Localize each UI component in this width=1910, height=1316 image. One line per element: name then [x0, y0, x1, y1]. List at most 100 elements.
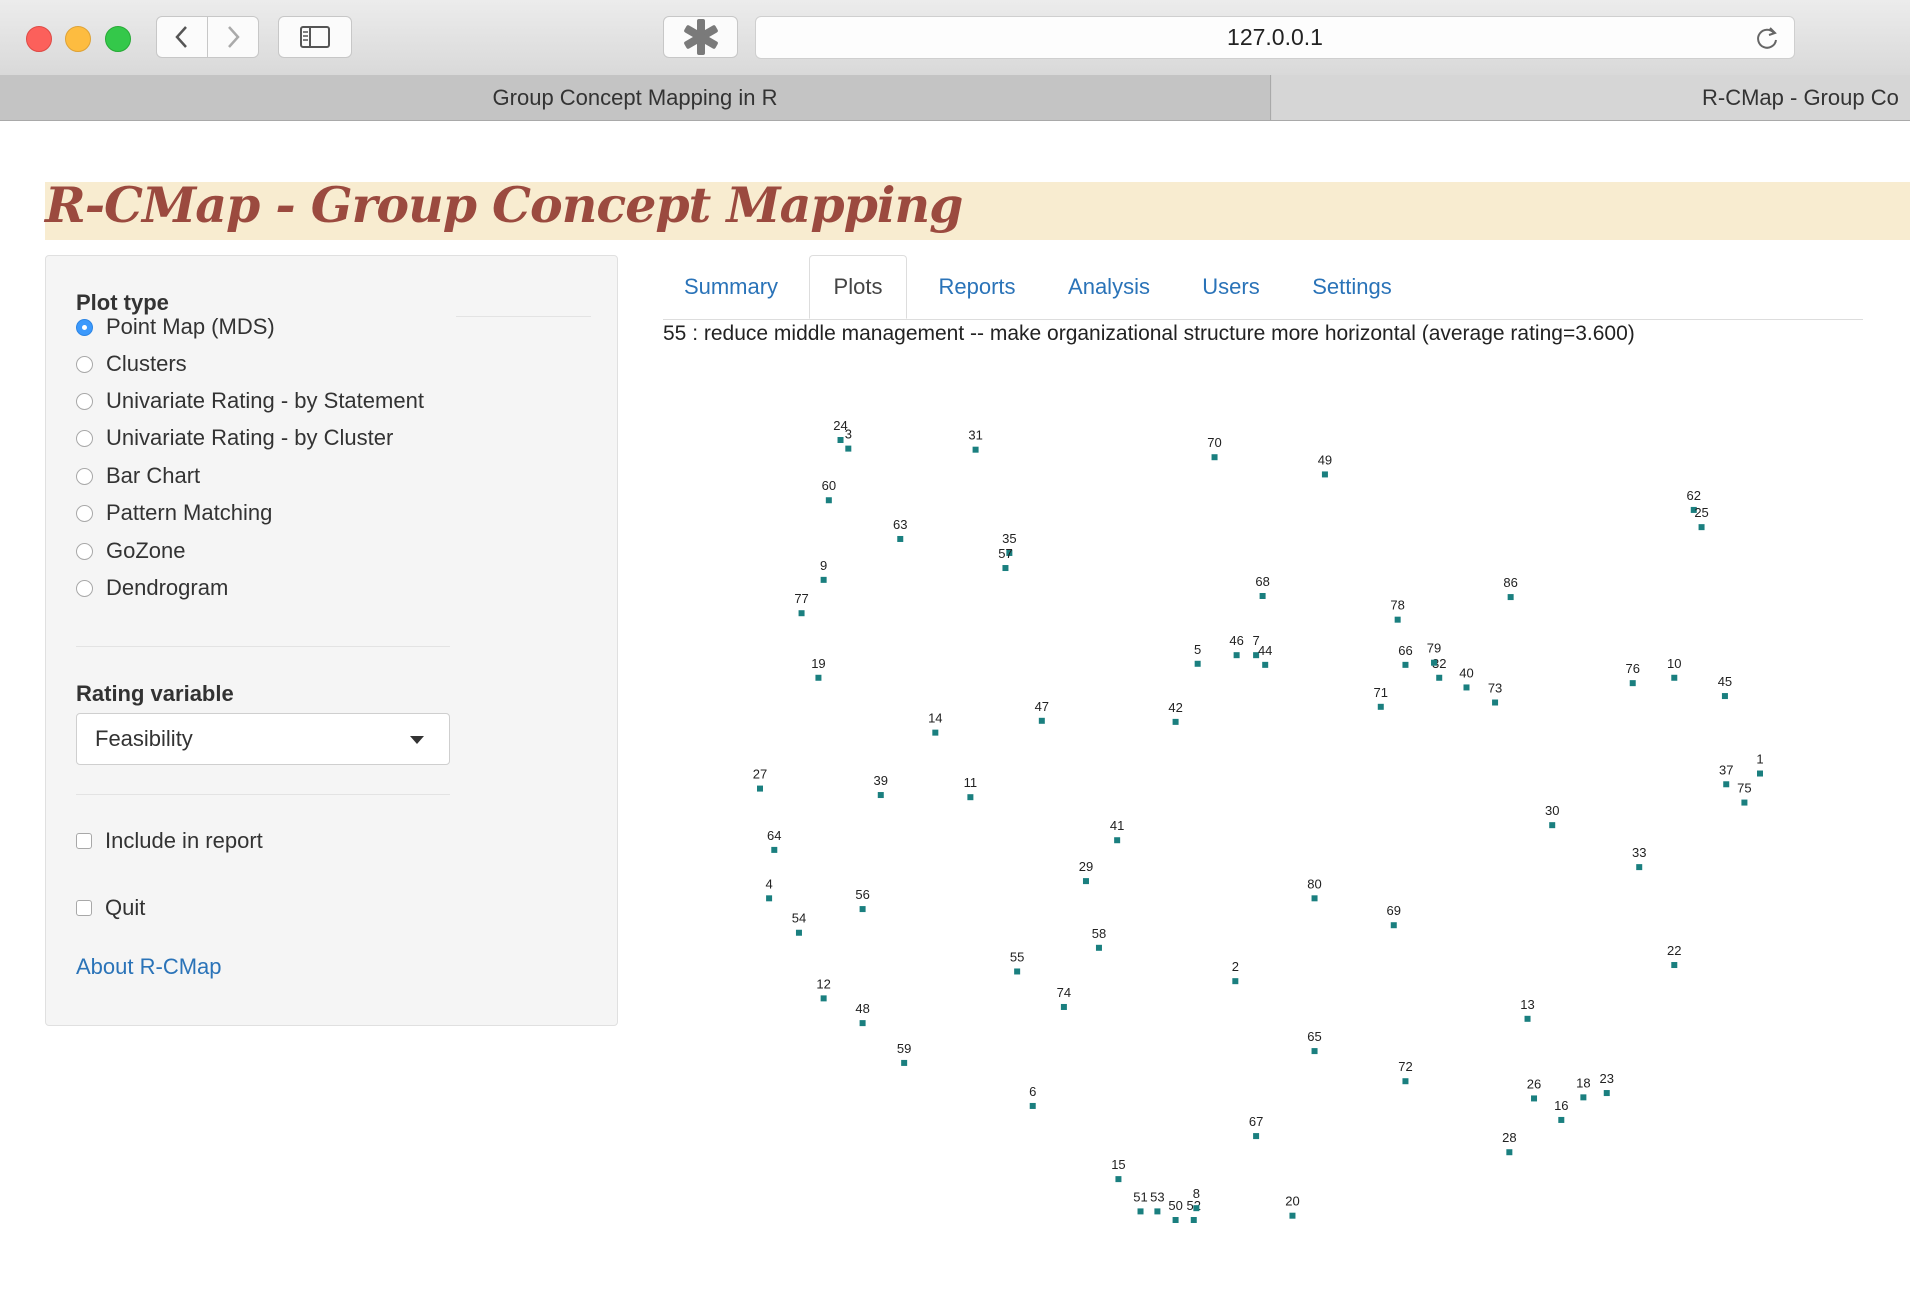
point-39[interactable]: [877, 792, 884, 799]
point-37[interactable]: [1723, 781, 1730, 788]
tab-analysis[interactable]: Analysis: [1047, 255, 1171, 319]
point-79[interactable]: [1431, 659, 1438, 666]
checkbox[interactable]: [76, 900, 92, 916]
point-65[interactable]: [1311, 1048, 1318, 1055]
point-77[interactable]: [798, 610, 805, 617]
point-51[interactable]: [1137, 1208, 1144, 1215]
radio-univariate-statement[interactable]: Univariate Rating - by Statement: [76, 386, 424, 416]
browser-tab-group-concept-mapping[interactable]: Group Concept Mapping in R: [0, 75, 1271, 120]
checkbox[interactable]: [76, 833, 92, 849]
radio-button[interactable]: [76, 392, 93, 410]
point-27[interactable]: [757, 785, 763, 792]
point-44[interactable]: [1262, 661, 1269, 668]
point-6[interactable]: [1029, 1102, 1036, 1109]
point-54[interactable]: [795, 929, 802, 936]
point-23[interactable]: [1603, 1090, 1610, 1097]
radio-univariate-cluster[interactable]: Univariate Rating - by Cluster: [76, 423, 393, 453]
point-76[interactable]: [1629, 680, 1636, 687]
point-80[interactable]: [1311, 895, 1318, 902]
point-19[interactable]: [815, 674, 822, 681]
point-70[interactable]: [1211, 454, 1218, 461]
point-12[interactable]: [820, 995, 827, 1002]
point-56[interactable]: [859, 906, 866, 913]
point-25[interactable]: [1698, 524, 1705, 531]
point-46[interactable]: [1233, 652, 1240, 659]
point-69[interactable]: [1390, 922, 1397, 929]
point-73[interactable]: [1492, 699, 1499, 706]
radio-button[interactable]: [76, 467, 93, 485]
about-link[interactable]: About R-CMap: [76, 954, 222, 980]
radio-pattern-matching[interactable]: Pattern Matching: [76, 498, 272, 528]
include-in-report-checkbox[interactable]: Include in report: [76, 826, 263, 856]
point-86[interactable]: [1507, 594, 1514, 601]
radio-point-map[interactable]: Point Map (MDS): [76, 312, 275, 342]
point-75[interactable]: [1741, 799, 1748, 806]
radio-button[interactable]: [76, 429, 93, 447]
radio-dendrogram[interactable]: Dendrogram: [76, 573, 228, 603]
point-22[interactable]: [1671, 962, 1678, 969]
point-15[interactable]: [1115, 1176, 1122, 1183]
point-58[interactable]: [1095, 944, 1102, 951]
close-window-button[interactable]: [26, 26, 52, 52]
point-64[interactable]: [771, 846, 778, 853]
tab-summary[interactable]: Summary: [663, 255, 799, 319]
point-11[interactable]: [967, 794, 974, 801]
point-71[interactable]: [1377, 703, 1384, 710]
point-78[interactable]: [1394, 616, 1401, 623]
address-bar[interactable]: 127.0.0.1: [755, 16, 1795, 59]
point-24[interactable]: [837, 437, 844, 443]
minimize-window-button[interactable]: [65, 26, 91, 52]
point-33[interactable]: [1636, 864, 1643, 871]
radio-button[interactable]: [76, 579, 93, 597]
sidebar-toggle-button[interactable]: [278, 16, 352, 58]
point-41[interactable]: [1114, 837, 1121, 844]
radio-clusters[interactable]: Clusters: [76, 349, 187, 379]
point-42[interactable]: [1172, 718, 1179, 725]
point-45[interactable]: [1721, 693, 1728, 700]
point-72[interactable]: [1402, 1078, 1409, 1085]
point-48[interactable]: [859, 1020, 866, 1027]
radio-button[interactable]: [76, 355, 93, 373]
forward-button[interactable]: [207, 16, 259, 58]
point-28[interactable]: [1506, 1149, 1513, 1156]
point-29[interactable]: [1082, 878, 1089, 885]
point-52[interactable]: [1190, 1217, 1197, 1223]
point-30[interactable]: [1549, 822, 1556, 829]
point-53[interactable]: [1154, 1208, 1161, 1215]
point-20[interactable]: [1289, 1212, 1296, 1219]
tab-settings[interactable]: Settings: [1291, 255, 1413, 319]
point-13[interactable]: [1524, 1015, 1531, 1022]
tab-reports[interactable]: Reports: [917, 255, 1037, 319]
point-16[interactable]: [1558, 1116, 1565, 1123]
point-map-plot[interactable]: 546 7446866324086357049243 316063576225977…: [740, 420, 1780, 1270]
back-button[interactable]: [156, 16, 208, 58]
point-55[interactable]: [1014, 968, 1021, 975]
point-3[interactable]: [845, 445, 852, 452]
point-57[interactable]: [1002, 565, 1009, 572]
quit-checkbox[interactable]: Quit: [76, 893, 145, 923]
tab-plots[interactable]: Plots: [809, 255, 907, 319]
point-1[interactable]: [1757, 770, 1763, 777]
point-67[interactable]: [1253, 1133, 1260, 1140]
extension-button[interactable]: [663, 16, 738, 58]
point-4[interactable]: [766, 895, 773, 902]
point-31[interactable]: [972, 446, 979, 453]
reload-icon[interactable]: [1754, 25, 1780, 51]
point-32[interactable]: [1436, 674, 1443, 681]
point-26[interactable]: [1531, 1095, 1538, 1102]
radio-button[interactable]: [76, 504, 93, 522]
point-66[interactable]: [1402, 661, 1409, 668]
tab-users[interactable]: Users: [1181, 255, 1281, 319]
point-60[interactable]: [825, 497, 832, 504]
radio-bar-chart[interactable]: Bar Chart: [76, 461, 200, 491]
point-2[interactable]: [1232, 978, 1239, 985]
point-50[interactable]: [1172, 1217, 1179, 1223]
point-8[interactable]: [1193, 1205, 1200, 1212]
point-68[interactable]: [1259, 593, 1266, 599]
point-74[interactable]: [1060, 1003, 1067, 1010]
rating-variable-select[interactable]: Feasibility: [76, 713, 450, 765]
radio-button-checked[interactable]: [76, 318, 93, 336]
radio-gozone[interactable]: GoZone: [76, 536, 186, 566]
zoom-window-button[interactable]: [105, 26, 131, 52]
point-49[interactable]: [1321, 471, 1328, 478]
